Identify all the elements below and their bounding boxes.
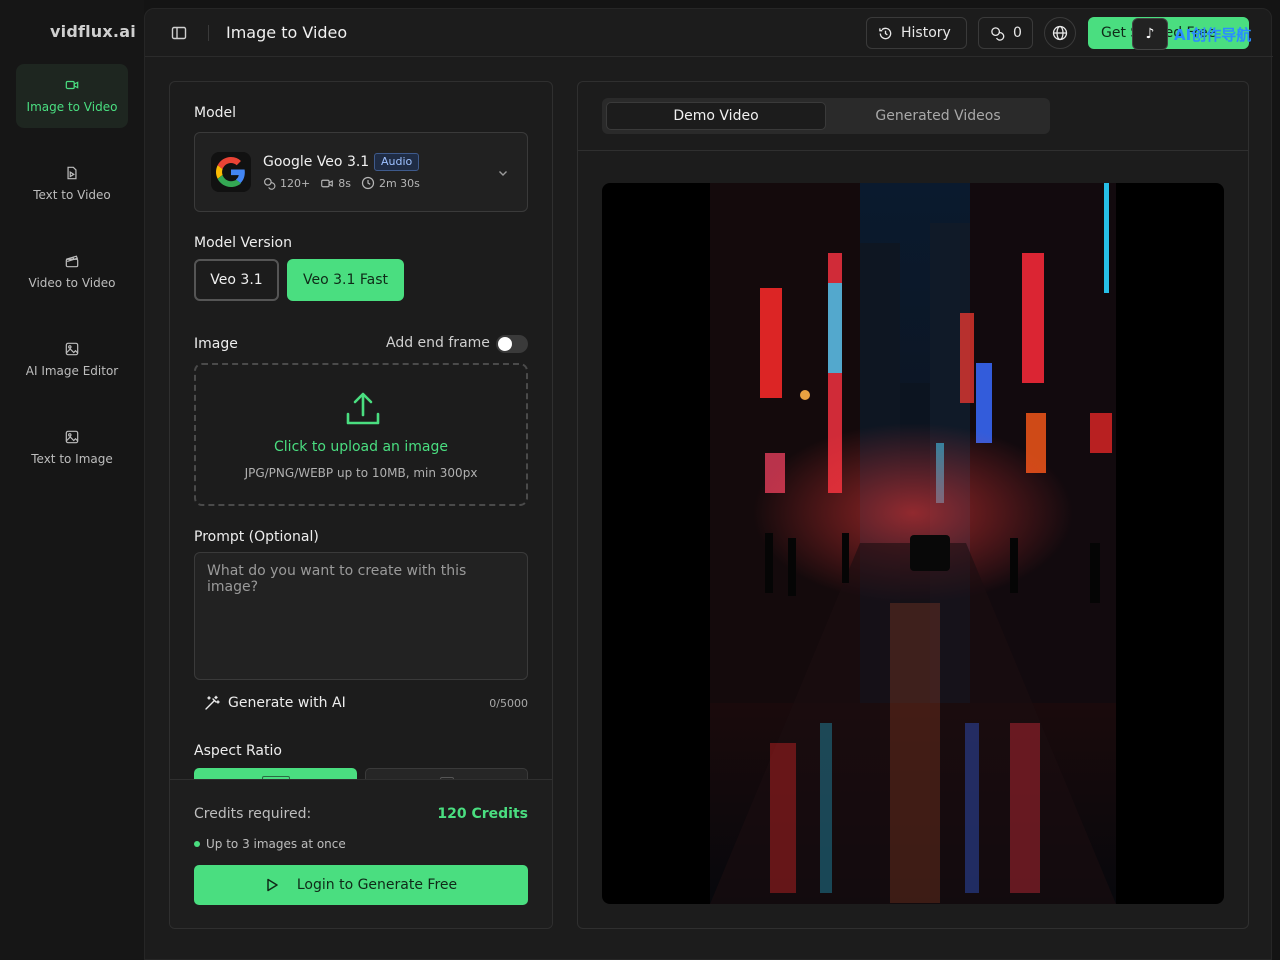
- multi-image-note: Up to 3 images at once: [194, 837, 346, 851]
- preview-tabs: Demo Video Generated Videos: [602, 98, 1050, 134]
- credits-required-label: Credits required:: [194, 806, 312, 822]
- model-select[interactable]: Google Veo 3.1 Audio 120+ 8s 2m 30s: [194, 132, 528, 212]
- video-icon: [65, 80, 79, 90]
- upload-title: Click to upload an image: [274, 439, 448, 455]
- image-icon: [65, 342, 79, 356]
- get-started-button[interactable]: Get Started Free: [1088, 17, 1249, 49]
- sidebar-item-image-to-video[interactable]: Image to Video: [16, 64, 128, 128]
- model-name: Google Veo 3.1: [263, 154, 370, 170]
- google-logo-icon: [211, 152, 251, 192]
- brand-logo[interactable]: vidflux.ai: [50, 22, 136, 41]
- page-title: Image to Video: [226, 23, 348, 42]
- image-upload-dropzone[interactable]: Click to upload an image JPG/PNG/WEBP up…: [194, 363, 528, 506]
- prompt-label: Prompt (Optional): [194, 529, 319, 545]
- tab-demo-video[interactable]: Demo Video: [606, 102, 826, 130]
- generation-form: Model Google Veo 3.1 Audio 120+ 8s 2m 30…: [169, 81, 553, 929]
- history-icon: [879, 27, 892, 39]
- model-label: Model: [194, 105, 237, 121]
- form-footer: Credits required: 120 Credits Up to 3 im…: [170, 779, 552, 928]
- sidebar-item-label: AI Image Editor: [25, 364, 119, 378]
- upload-icon: [346, 392, 380, 425]
- image-icon: [65, 430, 79, 444]
- video-icon: [321, 179, 334, 187]
- history-button[interactable]: History: [866, 17, 967, 49]
- login-to-generate-button[interactable]: Login to Generate Free: [194, 865, 528, 905]
- tab-generated-videos[interactable]: Generated Videos: [828, 102, 1048, 130]
- globe-icon: [1052, 25, 1068, 41]
- demo-video-frame: [710, 183, 1116, 904]
- app-root: vidflux.ai Image to Video Text to Video …: [0, 0, 1280, 960]
- upload-hint: JPG/PNG/WEBP up to 10MB, min 300px: [244, 466, 478, 480]
- sidebar-item-ai-image-editor[interactable]: AI Image Editor: [16, 328, 128, 392]
- sidebar: vidflux.ai Image to Video Text to Video …: [0, 0, 144, 960]
- clapper-icon: [65, 255, 79, 268]
- sidebar-item-text-to-image[interactable]: Text to Image: [16, 416, 128, 480]
- audio-badge: Audio: [374, 153, 420, 171]
- main-area: Image to Video History 0 Get Started Fre…: [144, 8, 1273, 960]
- generate-with-ai-button[interactable]: Generate with AI: [204, 695, 346, 711]
- sidebar-item-text-to-video[interactable]: Text to Video: [16, 152, 128, 216]
- image-label: Image: [194, 336, 238, 352]
- preview-divider: [578, 150, 1248, 151]
- version-veo-31-fast-button[interactable]: Veo 3.1 Fast: [287, 259, 404, 301]
- sidebar-item-label: Video to Video: [28, 276, 116, 290]
- coins-icon: [991, 26, 1005, 41]
- preview-panel: Demo Video Generated Videos: [577, 81, 1249, 929]
- coins-icon: [264, 177, 276, 190]
- sidebar-item-video-to-video[interactable]: Video to Video: [16, 240, 128, 304]
- char-counter: 0/5000: [489, 697, 528, 710]
- file-text-icon: [67, 166, 77, 180]
- language-button[interactable]: [1044, 17, 1076, 49]
- clock-icon: [361, 176, 375, 190]
- green-dot-icon: [194, 841, 200, 847]
- header-divider: [208, 25, 209, 41]
- chevron-down-icon: [499, 171, 507, 176]
- version-veo-31-button[interactable]: Veo 3.1: [194, 259, 279, 301]
- top-header: Image to Video History 0 Get Started Fre…: [145, 9, 1273, 57]
- prompt-input[interactable]: [194, 552, 528, 680]
- end-frame-toggle[interactable]: [496, 335, 528, 353]
- model-meta: 120+ 8s 2m 30s: [263, 176, 426, 190]
- aspect-ratio-label: Aspect Ratio: [194, 743, 282, 759]
- play-icon: [267, 878, 278, 892]
- end-frame-label: Add end frame: [386, 335, 490, 351]
- magic-wand-icon: [205, 695, 220, 710]
- sidebar-item-label: Text to Video: [33, 188, 111, 202]
- credits-button[interactable]: 0: [978, 17, 1033, 49]
- sidebar-item-label: Text to Image: [31, 452, 113, 466]
- credits-required-value: 120 Credits: [437, 806, 528, 822]
- demo-video-player[interactable]: [602, 183, 1224, 904]
- sidebar-toggle-icon[interactable]: [171, 25, 187, 41]
- toggle-knob: [498, 337, 512, 351]
- model-version-label: Model Version: [194, 235, 292, 251]
- sidebar-item-label: Image to Video: [26, 100, 118, 114]
